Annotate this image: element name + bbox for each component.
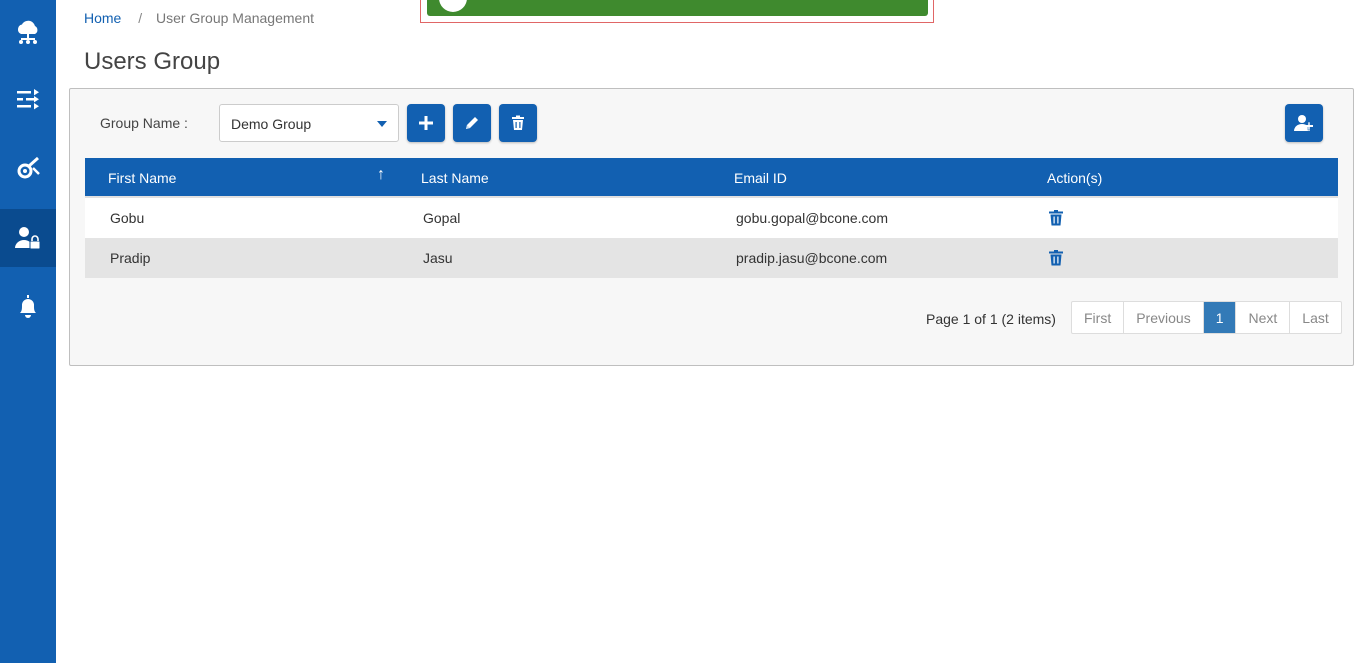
sidebar	[0, 0, 56, 663]
page-last-button[interactable]: Last	[1290, 302, 1340, 333]
user-plus-icon	[1294, 115, 1313, 131]
pencil-icon	[466, 117, 478, 129]
group-name-selected: Demo Group	[231, 116, 312, 132]
cloud-network-icon	[17, 20, 38, 44]
cell-email: gobu.gopal@bcone.com	[736, 210, 888, 226]
page-number-button[interactable]: 1	[1203, 302, 1237, 333]
settings-tools-icon	[17, 156, 40, 179]
user-group-panel: Group Name : Demo Group First Name ↑ Las…	[69, 88, 1354, 366]
sidebar-item-settings[interactable]	[0, 139, 56, 197]
delete-row-trash-icon[interactable]	[1049, 250, 1063, 266]
sidebar-item-user-management[interactable]	[0, 209, 56, 267]
group-name-select[interactable]: Demo Group	[219, 104, 399, 142]
sidebar-item-cloud[interactable]	[0, 3, 56, 61]
page-next-button[interactable]: Next	[1236, 302, 1291, 333]
check-circle-icon	[439, 0, 467, 12]
cell-first-name: Gobu	[110, 210, 145, 226]
workflow-icon	[17, 89, 39, 110]
breadcrumb-separator: /	[138, 10, 143, 26]
toast-container	[420, 0, 934, 23]
group-name-label: Group Name :	[100, 115, 188, 131]
sidebar-item-workflow[interactable]	[0, 70, 56, 128]
add-group-button[interactable]	[407, 104, 445, 142]
cell-last-name: Jasu	[423, 250, 453, 266]
chevron-down-icon	[377, 121, 387, 127]
delete-row-trash-icon[interactable]	[1049, 210, 1063, 226]
breadcrumb: Home / User Group Management	[84, 10, 314, 26]
add-user-button[interactable]	[1285, 104, 1323, 142]
sidebar-item-notifications[interactable]	[0, 278, 56, 336]
users-table: First Name ↑ Last Name Email ID Action(s…	[85, 158, 1338, 278]
cell-first-name: Pradip	[110, 250, 151, 266]
page-title: Users Group	[84, 48, 221, 75]
edit-group-button[interactable]	[453, 104, 491, 142]
column-header-last-name[interactable]: Last Name	[421, 170, 489, 186]
cell-last-name: Gopal	[423, 210, 461, 226]
breadcrumb-current: User Group Management	[156, 10, 314, 26]
sort-ascending-icon[interactable]: ↑	[377, 166, 385, 184]
column-header-actions: Action(s)	[1047, 170, 1103, 186]
plus-icon	[419, 116, 433, 130]
success-toast[interactable]	[427, 0, 928, 16]
cell-email: pradip.jasu@bcone.com	[736, 250, 888, 266]
pagination-info: Page 1 of 1 (2 items)	[926, 311, 1056, 327]
column-header-email[interactable]: Email ID	[734, 170, 787, 186]
column-header-first-name[interactable]: First Name	[108, 170, 176, 186]
page-first-button[interactable]: First	[1072, 302, 1125, 333]
page-previous-button[interactable]: Previous	[1124, 302, 1204, 333]
trash-icon	[512, 115, 524, 130]
delete-group-button[interactable]	[499, 104, 537, 142]
bell-icon	[20, 295, 36, 318]
table-row[interactable]: Gobu Gopal gobu.gopal@bcone.com	[85, 198, 1338, 238]
table-row[interactable]: Pradip Jasu pradip.jasu@bcone.com	[85, 238, 1338, 278]
table-header: First Name ↑ Last Name Email ID Action(s…	[85, 158, 1338, 198]
pagination: First Previous 1 Next Last	[1071, 301, 1342, 334]
breadcrumb-home-link[interactable]: Home	[84, 10, 121, 26]
user-lock-icon	[15, 227, 41, 250]
